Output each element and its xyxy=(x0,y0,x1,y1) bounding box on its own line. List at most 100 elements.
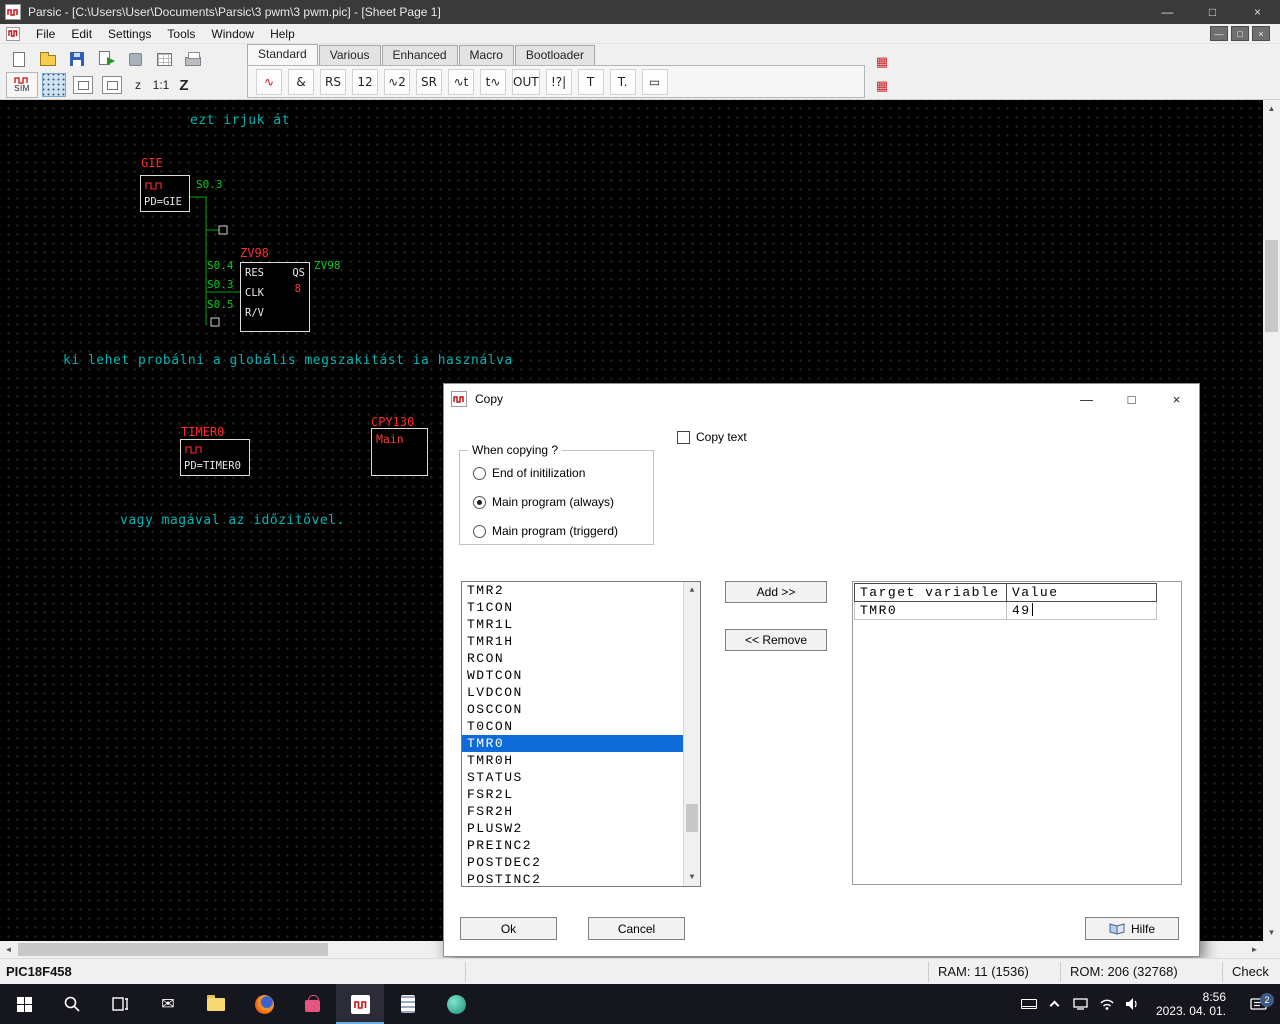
component-connector-icon[interactable]: ▭ xyxy=(642,69,668,95)
list-item-fsr2h[interactable]: FSR2H xyxy=(462,803,683,820)
taskbar-clock[interactable]: 8:56 2023. 04. 01. xyxy=(1146,990,1236,1018)
horizontal-scroll-thumb[interactable] xyxy=(18,943,328,956)
mdi-close-button[interactable]: × xyxy=(1252,26,1270,41)
radio-option-2[interactable]: Main program (always) xyxy=(473,495,614,509)
copy-text-checkbox[interactable]: Copy text xyxy=(677,430,747,444)
component-interrupt-icon[interactable]: !?| xyxy=(546,69,572,95)
grid-toggle-button[interactable] xyxy=(41,73,67,97)
component-pulse-generator-icon[interactable]: ∿ xyxy=(256,69,282,95)
mdi-restore-button[interactable]: □ xyxy=(1231,26,1249,41)
timer0-block-label[interactable]: TIMER0 xyxy=(181,425,224,439)
taskbar-app-store[interactable] xyxy=(288,984,336,1024)
table-row[interactable]: TMR049 xyxy=(855,602,1157,620)
taskbar-app-firefox[interactable] xyxy=(240,984,288,1024)
list-item-osccon[interactable]: OSCCON xyxy=(462,701,683,718)
target-variable-grid[interactable]: Target variableValue TMR049 xyxy=(852,581,1182,885)
ok-button[interactable]: Ok xyxy=(460,917,557,940)
scroll-down-icon[interactable]: ▼ xyxy=(1263,924,1280,941)
network-tray-button[interactable] xyxy=(1094,984,1120,1024)
action-center-button[interactable]: 2 xyxy=(1236,997,1280,1012)
zoom-actual-button[interactable]: 1:1 xyxy=(151,74,171,96)
list-item-plusw2[interactable]: PLUSW2 xyxy=(462,820,683,837)
taskbar-app-mail[interactable]: ✉ xyxy=(144,984,192,1024)
menu-item-window[interactable]: Window xyxy=(203,24,262,43)
place-pin-button[interactable] xyxy=(70,73,96,97)
list-scroll-thumb[interactable] xyxy=(686,804,698,832)
touch-keyboard-button[interactable] xyxy=(1016,984,1042,1024)
display-tray-button[interactable] xyxy=(1068,984,1094,1024)
zv98-block-label[interactable]: ZV98 xyxy=(240,246,269,260)
cpy130-block-label[interactable]: CPY130 xyxy=(371,415,414,429)
dock-panel-icon-bottom[interactable]: ▦ xyxy=(872,76,892,96)
list-scroll-up-icon[interactable]: ▲ xyxy=(684,582,700,599)
menu-item-edit[interactable]: Edit xyxy=(63,24,100,43)
open-file-button[interactable] xyxy=(35,47,61,71)
list-item-t1con[interactable]: T1CON xyxy=(462,599,683,616)
list-item-wdtcon[interactable]: WDTCON xyxy=(462,667,683,684)
cpy130-block[interactable]: Main xyxy=(371,428,428,476)
list-item-rcon[interactable]: RCON xyxy=(462,650,683,667)
menu-item-tools[interactable]: Tools xyxy=(159,24,203,43)
taskbar-app-calculator[interactable] xyxy=(384,984,432,1024)
list-item-t0con[interactable]: T0CON xyxy=(462,718,683,735)
gie-block-label[interactable]: GIE xyxy=(141,156,163,170)
zoom-out-button[interactable]: z xyxy=(128,74,148,96)
show-hidden-icons-button[interactable] xyxy=(1042,984,1068,1024)
help-button[interactable]: Hilfe xyxy=(1085,917,1179,940)
canvas-comment-3[interactable]: vagy magával az időzitővel. xyxy=(120,513,345,528)
list-item-tmr1l[interactable]: TMR1L xyxy=(462,616,683,633)
taskbar-app-file-explorer[interactable] xyxy=(192,984,240,1024)
variable-listbox[interactable]: TMR2T1CONTMR1LTMR1HRCONWDTCONLVDCONOSCCO… xyxy=(461,581,701,887)
list-item-fsr2l[interactable]: FSR2L xyxy=(462,786,683,803)
component-and-gate-icon[interactable]: & xyxy=(288,69,314,95)
toolbar-tab-macro[interactable]: Macro xyxy=(459,45,514,65)
simulate-button[interactable]: SIM xyxy=(6,72,38,98)
worksheet-button[interactable] xyxy=(151,47,177,71)
toolbar-tab-bootloader[interactable]: Bootloader xyxy=(515,45,595,65)
dock-panel-icon-top[interactable]: ▦ xyxy=(872,52,892,72)
list-item-postdec2[interactable]: POSTDEC2 xyxy=(462,854,683,871)
list-scroll-down-icon[interactable]: ▼ xyxy=(684,869,700,886)
list-item-lvdcon[interactable]: LVDCON xyxy=(462,684,683,701)
list-item-tmr0h[interactable]: TMR0H xyxy=(462,752,683,769)
taskbar-app-parsic[interactable] xyxy=(336,984,384,1024)
taskbar-app-remote[interactable] xyxy=(432,984,480,1024)
list-item-status[interactable]: STATUS xyxy=(462,769,683,786)
minimize-button[interactable]: — xyxy=(1145,0,1190,24)
check-button[interactable]: Check xyxy=(1232,964,1269,979)
radio-option-1[interactable]: End of initilization xyxy=(473,466,585,480)
mdi-minimize-button[interactable]: — xyxy=(1210,26,1228,41)
dialog-maximize-button[interactable]: □ xyxy=(1109,384,1154,414)
scroll-right-icon[interactable]: ► xyxy=(1246,941,1263,958)
component-output-port-icon[interactable]: OUT xyxy=(512,69,540,95)
scroll-up-icon[interactable]: ▲ xyxy=(1263,100,1280,117)
menu-item-settings[interactable]: Settings xyxy=(100,24,159,43)
radio-indicator-icon[interactable] xyxy=(473,496,486,509)
vertical-scrollbar[interactable]: ▲ ▼ xyxy=(1263,100,1280,941)
dialog-close-button[interactable]: × xyxy=(1154,384,1199,414)
component-counter-icon[interactable]: 12 xyxy=(352,69,378,95)
print-button[interactable] xyxy=(180,47,206,71)
radio-indicator-icon[interactable] xyxy=(473,525,486,538)
start-button[interactable] xyxy=(0,984,48,1024)
menu-item-help[interactable]: Help xyxy=(262,24,303,43)
toolbar-tab-enhanced[interactable]: Enhanced xyxy=(382,45,458,65)
component-text-variable-icon[interactable]: T. xyxy=(610,69,636,95)
value-cell[interactable]: 49 xyxy=(1007,602,1157,620)
remove-button[interactable]: << Remove xyxy=(725,629,827,651)
component-rs-flipflop-icon[interactable]: RS xyxy=(320,69,346,95)
volume-tray-button[interactable] xyxy=(1120,984,1146,1024)
component-shift-register-icon[interactable]: SR xyxy=(416,69,442,95)
dialog-minimize-button[interactable]: — xyxy=(1064,384,1109,414)
vertical-scroll-thumb[interactable] xyxy=(1265,240,1278,332)
canvas-comment-2[interactable]: ki lehet probálni a globális megszakitás… xyxy=(63,353,513,368)
scroll-left-icon[interactable]: ◄ xyxy=(0,941,17,958)
component-text-label-icon[interactable]: T xyxy=(578,69,604,95)
radio-option-3[interactable]: Main program (triggerd) xyxy=(473,524,618,538)
list-item-tmr2[interactable]: TMR2 xyxy=(462,582,683,599)
task-view-button[interactable] xyxy=(96,984,144,1024)
timer0-block[interactable]: PD=TIMER0 xyxy=(180,439,250,476)
listbox-scrollbar[interactable]: ▲ ▼ xyxy=(683,582,700,886)
add-button[interactable]: Add >> xyxy=(725,581,827,603)
search-button[interactable] xyxy=(48,984,96,1024)
